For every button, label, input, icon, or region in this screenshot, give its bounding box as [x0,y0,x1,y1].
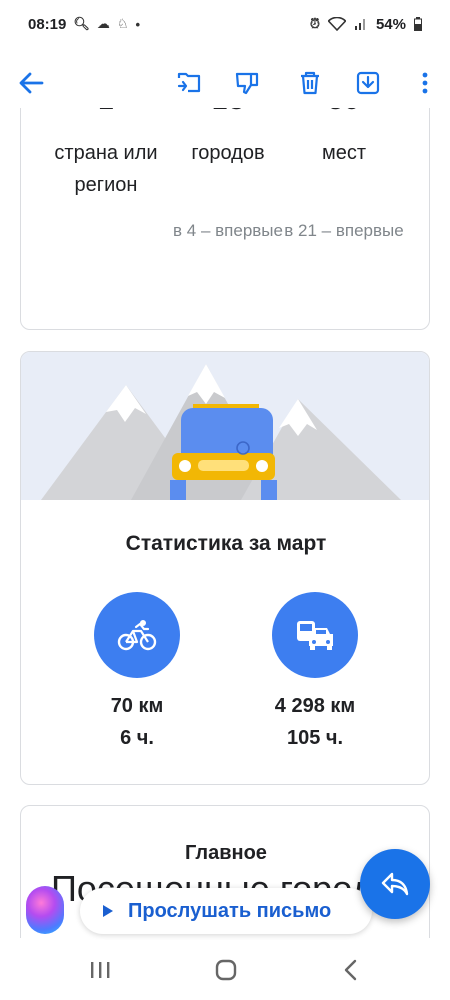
dislike-icon [235,72,259,95]
listen-label: Прослушать письмо [128,899,332,922]
dislike-button[interactable] [232,68,262,98]
stat-sub: в 4 – впервые [173,221,283,240]
stat-places: 59 мест [279,108,409,169]
status-right: ⏰︎ 54% [310,16,422,33]
system-nav-bar [0,940,450,1000]
back-icon [19,72,44,94]
more-options-button[interactable] [410,68,440,98]
move-to-folder-icon [177,72,201,93]
bike-metric: 70 км 6 ч. [57,690,217,754]
bike-distance: 70 км [110,695,164,717]
listen-email-button[interactable]: Прослушать письмо [80,888,372,934]
notification-icon: ♘ [116,16,129,31]
wifi-icon [327,17,346,31]
stat-number: 1 [41,108,171,129]
bike-badge [94,592,180,678]
assistant-orb-icon[interactable] [26,886,64,934]
battery-icon [414,17,422,31]
back-nav-icon [344,959,357,981]
recents-button[interactable] [85,956,115,984]
more-vert-icon [422,72,428,94]
stat-cities: 18 городов [163,108,293,169]
stat-sub: в 21 – впервые [284,221,404,240]
play-icon [103,905,113,917]
status-time: 08:19 [28,15,67,33]
monthly-stats-card: Статистика за март 70 км 6 ч. 4 298 км 1… [20,351,430,785]
mountain-car-illustration [21,352,429,500]
recents-icon [91,962,110,978]
home-button[interactable] [211,956,241,984]
travel-stats-card: 1 страна или регион 18 городов в 4 – впе… [20,108,430,330]
reply-fab[interactable] [360,849,430,919]
status-left: 08:19 🔍︎ ☁︎ ♘ • [28,16,140,33]
status-bar: 08:19 🔍︎ ☁︎ ♘ • ⏰︎ 54% [0,0,450,48]
car-time: 105 ч. [286,727,344,749]
battery-level: 54% [375,15,406,33]
stat-label: городов [191,142,265,164]
home-icon [215,959,237,981]
stat-number: 59 [279,108,409,129]
stat-label: страна или регион [54,142,158,196]
email-body[interactable]: 1 страна или регион 18 городов в 4 – впе… [0,108,450,938]
car-distance: 4 298 км [274,695,356,717]
illustration-svg [41,364,401,500]
bicycle-icon [117,620,157,651]
delete-button[interactable] [295,68,325,98]
save-button[interactable] [353,68,383,98]
nav-back-button[interactable] [336,956,366,984]
reply-icon [381,872,409,896]
monthly-stats-title: Статистика за март [125,532,327,555]
alarm-icon: ⏰︎ [309,16,320,31]
email-toolbar [0,56,450,108]
stat-label: мест [321,142,367,164]
cloud-icon: ☁︎ [96,16,110,31]
car-metric: 4 298 км 105 ч. [235,690,395,754]
stat-countries: 1 страна или регион [41,108,171,201]
delete-icon [301,71,319,95]
download-icon [356,71,380,95]
signal-icon [354,19,365,30]
search-icon: 🔍︎ [73,16,90,31]
bike-time: 6 ч. [120,727,154,749]
car-badge [272,592,358,678]
back-button[interactable] [16,68,46,98]
stat-number: 18 [163,108,293,129]
dot-icon: • [135,16,141,32]
move-to-folder-button[interactable] [174,68,204,98]
transit-car-icon [297,621,333,650]
